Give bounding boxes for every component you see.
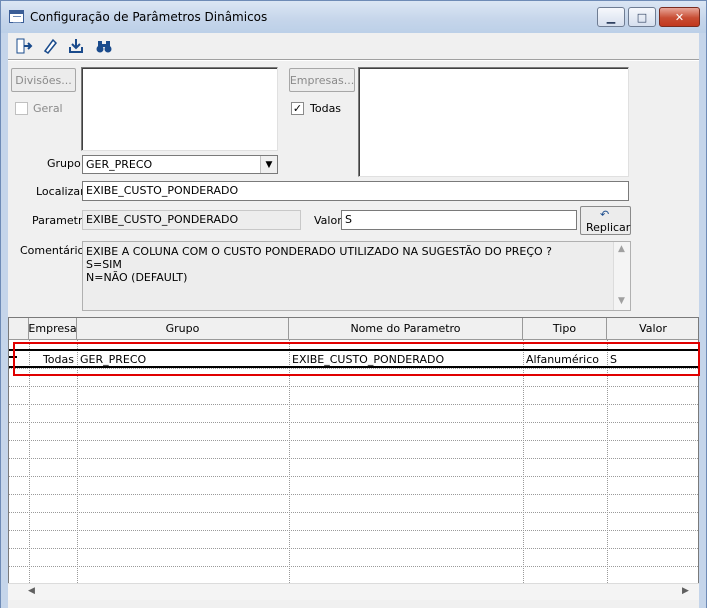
grid-col-line: [523, 340, 524, 599]
undo-icon: ↶: [600, 208, 610, 221]
save-icon: [69, 38, 83, 53]
grid-horizontal-scrollbar[interactable]: ◀ ▶: [8, 583, 699, 600]
chevron-down-icon[interactable]: ▼: [260, 156, 277, 173]
replicar-label: Replicar: [586, 221, 631, 234]
minimize-icon: ▁: [606, 10, 616, 24]
table-app-icon: [9, 10, 24, 23]
comentario-line-1: EXIBE A COLUNA COM O CUSTO PONDERADO UTI…: [86, 245, 553, 258]
minimize-button[interactable]: ▁: [597, 7, 625, 27]
scroll-right-icon[interactable]: ▶: [682, 586, 689, 596]
scroll-left-icon[interactable]: ◀: [28, 586, 35, 596]
grid-col-line: [77, 340, 78, 599]
grid-row-line: [9, 440, 698, 441]
grid-row-line: [9, 548, 698, 549]
replicar-button[interactable]: ↶ Replicar: [580, 206, 631, 235]
localizar-label: Localizar: [36, 185, 85, 198]
col-header-nome[interactable]: Nome do Parametro: [289, 318, 523, 340]
window-frame-right: [699, 33, 707, 608]
search-button[interactable]: [91, 33, 117, 58]
todas-checkbox[interactable]: ✓: [291, 102, 304, 115]
grupo-select[interactable]: GER_PRECO: [82, 155, 278, 174]
grid-row-line: [9, 476, 698, 477]
binoculars-icon: [96, 40, 112, 52]
parametro-label: Parametro: [32, 214, 89, 227]
window-frame-left: [0, 33, 8, 608]
divisoes-button[interactable]: Divisões...: [11, 68, 76, 92]
localizar-input[interactable]: EXIBE_CUSTO_PONDERADO: [82, 181, 629, 201]
checkmark-icon: ✓: [292, 102, 303, 115]
grid-row-line: [9, 404, 698, 405]
close-button[interactable]: ✕: [659, 7, 700, 27]
empresas-button[interactable]: Empresas...: [289, 68, 355, 92]
row-header-corner: [9, 318, 29, 340]
save-button[interactable]: [63, 33, 89, 58]
divisoes-list[interactable]: [81, 67, 278, 151]
comentario-line-3: N=NÃO (DEFAULT): [86, 271, 188, 284]
clear-button[interactable]: [37, 33, 63, 58]
exit-icon: [16, 38, 33, 53]
window-title: Configuração de Parâmetros Dinâmicos: [30, 10, 268, 24]
grupo-value: GER_PRECO: [86, 158, 153, 171]
grid-row-line: [9, 530, 698, 531]
eraser-icon: [43, 38, 58, 54]
grid-row-line: [9, 512, 698, 513]
col-header-valor[interactable]: Valor: [607, 318, 698, 340]
grid-row-line: [9, 566, 698, 567]
comentarios-scrollbar[interactable]: ▲ ▼: [613, 242, 630, 310]
valor-label: Valor: [314, 214, 342, 227]
grupo-label: Grupo: [47, 157, 81, 170]
toolbar-separator: [8, 59, 699, 61]
comentario-line-2: S=SIM: [86, 258, 122, 271]
close-icon: ✕: [674, 10, 685, 24]
grid-col-line: [289, 340, 290, 599]
valor-input[interactable]: S: [341, 210, 577, 230]
scroll-down-icon[interactable]: ▼: [618, 296, 625, 306]
grid-row-line: [9, 422, 698, 423]
comentarios-textarea[interactable]: EXIBE A COLUNA COM O CUSTO PONDERADO UTI…: [82, 241, 631, 311]
col-header-empresa[interactable]: Empresa: [28, 318, 77, 340]
grid-row-line: [9, 458, 698, 459]
empresas-list[interactable]: [358, 67, 629, 177]
highlight-box: [13, 342, 700, 376]
maximize-button[interactable]: □: [628, 7, 656, 27]
scroll-up-icon[interactable]: ▲: [618, 244, 625, 254]
col-header-grupo[interactable]: Grupo: [77, 318, 289, 340]
todas-label: Todas: [310, 102, 342, 115]
exit-button[interactable]: [11, 33, 37, 58]
geral-label: Geral: [33, 102, 63, 115]
geral-checkbox[interactable]: [15, 102, 28, 115]
parametro-field: EXIBE_CUSTO_PONDERADO: [82, 210, 301, 230]
col-header-tipo[interactable]: Tipo: [523, 318, 607, 340]
grid-col-line: [29, 340, 30, 599]
grid-row-line: [9, 494, 698, 495]
comentarios-label: Comentários: [20, 244, 90, 257]
grid-row-line: [9, 386, 698, 387]
grid-col-line: [607, 340, 608, 599]
maximize-icon: □: [636, 10, 648, 24]
